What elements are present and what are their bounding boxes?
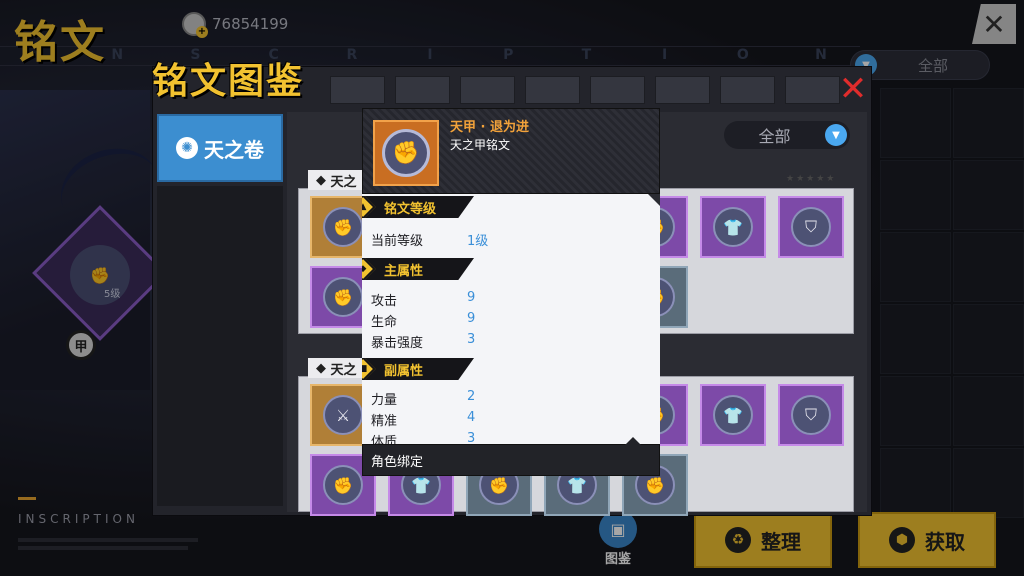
tooltip-body: ▲ 铭文等级 当前等级 1级 ◆ 主属性 攻击 9 生命 9 暴击强度 3 ■ … <box>362 194 660 444</box>
stat-label: 精准 <box>371 414 398 429</box>
tooltip-corner <box>648 194 660 206</box>
inscription-slot[interactable]: 👕 <box>700 196 766 258</box>
shield-icon: ⛉ <box>791 207 831 247</box>
stat-label: 攻击 <box>371 294 398 309</box>
panel-close-button[interactable]: ✕ <box>836 72 870 108</box>
stat-label: 体质 <box>371 435 398 444</box>
panel-title: 铭文图鉴 <box>152 60 305 102</box>
strip-cell <box>590 76 645 104</box>
strip-cell <box>720 76 775 104</box>
shirt-icon: 👕 <box>713 395 753 435</box>
section-level-title: 铭文等级 <box>384 201 437 217</box>
tooltip-footer: 角色绑定 <box>362 437 660 476</box>
tooltip-item-type: 天之甲铭文 <box>450 138 511 152</box>
stat-label: 当前等级 <box>371 234 424 249</box>
caret-up-icon <box>625 437 641 445</box>
binding-note: 角色绑定 <box>371 454 424 470</box>
tooltip-item-icon: ✊ <box>373 120 439 186</box>
stat-value: 1级 <box>467 234 489 249</box>
stat-label: 暴击强度 <box>371 336 424 351</box>
inscription-slot[interactable]: ⛉ <box>778 384 844 446</box>
tab-heaven-volume[interactable]: ✺ 天之卷 <box>157 114 283 182</box>
panel-sidebar <box>157 186 283 506</box>
strip-cell <box>655 76 710 104</box>
stat-value: 4 <box>467 410 476 425</box>
stat-value: 2 <box>467 389 476 404</box>
stat-value: 9 <box>467 290 476 305</box>
shield-icon: ⛉ <box>791 395 831 435</box>
close-icon: ✕ <box>838 69 868 109</box>
inscription-slot[interactable]: ⛉ <box>778 196 844 258</box>
fist-icon: ✊ <box>382 129 430 177</box>
section-level-header: ▲ 铭文等级 <box>362 196 474 218</box>
stat-value: 3 <box>467 431 476 444</box>
group-1-header: ◆ 天之 <box>308 170 365 190</box>
stat-label: 生命 <box>371 315 398 330</box>
strip-cell <box>525 76 580 104</box>
stat-label: 力量 <box>371 393 398 408</box>
sword-icon: ⚔ <box>323 395 363 435</box>
section-main-title: 主属性 <box>384 263 424 279</box>
section-main-header: ◆ 主属性 <box>362 258 474 280</box>
group-2-label: 天之 <box>330 362 357 378</box>
group-1-stars: ★★★★★ <box>786 174 837 184</box>
panel-filter-dropdown[interactable]: 全部 ▼ <box>724 121 850 149</box>
tooltip-item-name: 天甲 · 退为进 <box>450 120 529 135</box>
panel-top-strip <box>330 76 840 104</box>
fist-icon: ✊ <box>323 277 363 317</box>
stat-value: 3 <box>467 332 476 347</box>
level-icon: ▲ <box>362 196 376 218</box>
fist-icon: ✊ <box>323 207 363 247</box>
inscription-slot[interactable]: 👕 <box>700 384 766 446</box>
dropdown-icon: ▼ <box>825 124 847 146</box>
strip-cell <box>330 76 385 104</box>
sun-icon: ✺ <box>176 137 198 159</box>
section-sub-title: 副属性 <box>384 363 424 379</box>
strip-cell <box>460 76 515 104</box>
strip-cell <box>395 76 450 104</box>
fist-icon: ✊ <box>323 465 363 505</box>
cube-icon: ◆ <box>362 258 376 280</box>
panel-filter-label: 全部 <box>758 127 791 146</box>
strip-cell <box>785 76 840 104</box>
group-1-label: 天之 <box>330 174 357 190</box>
stat-value: 9 <box>467 311 476 326</box>
group-2-header: ◆ 天之 <box>308 358 365 378</box>
shirt-icon: 👕 <box>713 207 753 247</box>
tab-label: 天之卷 <box>204 137 264 162</box>
section-sub-header: ■ 副属性 <box>362 358 474 380</box>
square-icon: ■ <box>362 358 376 380</box>
